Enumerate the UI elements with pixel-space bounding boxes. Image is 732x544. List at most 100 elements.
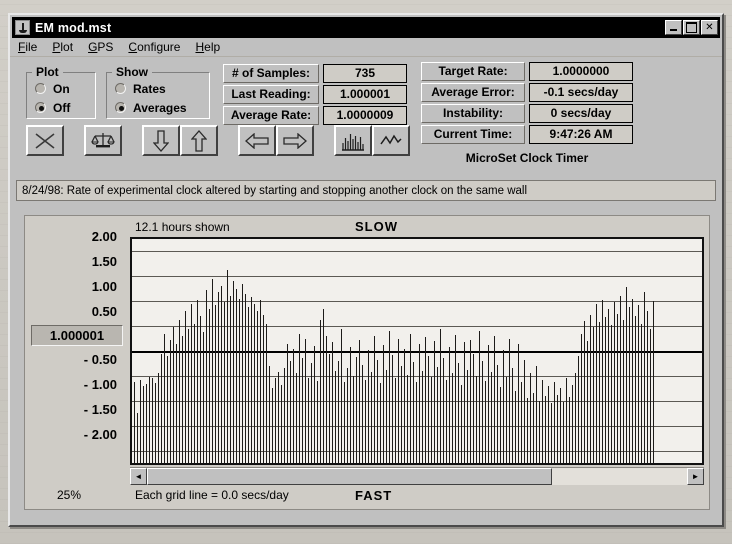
comment-bar[interactable]: 8/24/98: Rate of experimental clock alte… xyxy=(16,180,716,201)
stat-label-last-reading: Last Reading: xyxy=(223,85,319,104)
bar xyxy=(377,359,378,463)
calibrate-button[interactable] xyxy=(84,125,122,156)
bar xyxy=(650,328,651,463)
menu-item-gps[interactable]: GPS xyxy=(88,40,113,54)
bar xyxy=(335,370,336,463)
bar xyxy=(197,300,198,463)
close-x-button[interactable] xyxy=(26,125,64,156)
bar xyxy=(203,332,204,463)
bar xyxy=(464,342,465,463)
bar xyxy=(563,401,564,463)
stat-label-average-rate: Average Rate: xyxy=(223,106,319,125)
bar xyxy=(428,355,429,463)
bar xyxy=(260,300,261,463)
bar xyxy=(350,347,351,463)
bar xyxy=(269,365,270,463)
arrow-down-icon xyxy=(153,129,169,152)
menu-item-plot[interactable]: Plot xyxy=(52,40,73,54)
zoom-percent-label: 25% xyxy=(57,488,82,502)
radio-show-rates[interactable]: Rates xyxy=(107,79,209,98)
close-button[interactable]: ✕ xyxy=(701,20,718,35)
bar xyxy=(599,322,600,463)
bar xyxy=(641,323,642,463)
bar xyxy=(506,376,507,463)
bar-plot-button[interactable] xyxy=(334,125,372,156)
menu-item-help[interactable]: Help xyxy=(195,40,220,54)
stat-label-instability: Instability: xyxy=(421,104,525,123)
bar xyxy=(485,380,486,463)
bar xyxy=(158,373,159,463)
bar xyxy=(143,385,144,463)
bar xyxy=(188,328,189,463)
menu-item-file[interactable]: File xyxy=(18,40,37,54)
hours-shown-label: 12.1 hours shown xyxy=(135,220,230,234)
bar xyxy=(209,308,210,463)
menu-item-configure[interactable]: Configure xyxy=(128,40,180,54)
balance-scale-icon xyxy=(91,132,115,147)
chart-horizontal-scrollbar[interactable]: ◄ ► xyxy=(130,467,704,485)
bar xyxy=(206,290,207,463)
bar-series xyxy=(132,239,702,463)
bar xyxy=(215,305,216,463)
control-panel-region: Plot On Off Show Rates Averages # of Sam… xyxy=(10,57,722,177)
bar xyxy=(380,383,381,463)
bar xyxy=(230,296,231,463)
y-tick-label: - 1.00 xyxy=(83,377,117,392)
bar xyxy=(542,379,543,463)
scrollbar-track[interactable] xyxy=(147,468,687,485)
line-chart-icon xyxy=(380,134,402,144)
bar xyxy=(476,375,477,463)
bar xyxy=(458,363,459,463)
bar xyxy=(314,346,315,463)
radio-plot-on[interactable]: On xyxy=(27,79,95,98)
show-group: Show Rates Averages xyxy=(106,65,210,119)
bar xyxy=(164,333,165,463)
line-plot-button[interactable] xyxy=(372,125,410,156)
scroll-left-arrow-icon[interactable]: ◄ xyxy=(130,468,147,485)
stat-value-average-rate: 1.0000009 xyxy=(323,106,407,125)
maximize-button[interactable] xyxy=(683,20,700,35)
stat-label-current-time: Current Time: xyxy=(421,125,525,144)
scrollbar-thumb[interactable] xyxy=(147,468,552,485)
bar xyxy=(437,366,438,463)
plot-area[interactable] xyxy=(130,237,704,465)
y-tick-label: - 2.00 xyxy=(83,427,117,442)
bar xyxy=(557,394,558,463)
pan-left-button[interactable] xyxy=(238,125,276,156)
scroll-right-arrow-icon[interactable]: ► xyxy=(687,468,704,485)
bar xyxy=(419,343,420,463)
bar xyxy=(572,384,573,463)
window-controls: ✕ xyxy=(665,20,720,35)
bar xyxy=(281,384,282,463)
bar xyxy=(317,380,318,463)
radio-indicator xyxy=(115,102,126,113)
bar xyxy=(404,348,405,463)
bar xyxy=(530,373,531,463)
minimize-button[interactable] xyxy=(665,20,682,35)
scroll-up-button[interactable] xyxy=(180,125,218,156)
bar xyxy=(473,353,474,463)
bar xyxy=(575,373,576,463)
pan-right-button[interactable] xyxy=(276,125,314,156)
bar xyxy=(584,321,585,463)
bar xyxy=(527,398,528,463)
bar xyxy=(257,311,258,463)
bar xyxy=(632,298,633,463)
bar xyxy=(455,335,456,463)
radio-show-averages[interactable]: Averages xyxy=(107,98,209,117)
bar xyxy=(536,365,537,463)
stat-value-average-error: -0.1 secs/day xyxy=(529,83,633,102)
bar xyxy=(479,331,480,463)
center-rate-value: 1.000001 xyxy=(31,325,123,346)
y-tick-label: 1.50 xyxy=(91,254,117,269)
bar xyxy=(356,356,357,463)
bar xyxy=(422,370,423,463)
window-title: EM mod.mst xyxy=(35,20,112,35)
bar xyxy=(539,400,540,463)
bar xyxy=(560,388,561,463)
scroll-down-button[interactable] xyxy=(142,125,180,156)
radio-plot-off[interactable]: Off xyxy=(27,98,95,117)
bar xyxy=(647,311,648,463)
stat-value-current-time: 9:47:26 AM xyxy=(529,125,633,144)
bar xyxy=(440,328,441,463)
